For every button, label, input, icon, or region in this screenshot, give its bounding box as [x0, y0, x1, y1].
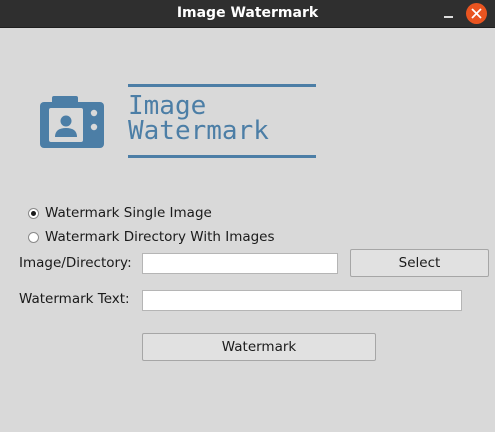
app-logo: Image Watermark — [40, 84, 320, 160]
image-directory-input[interactable] — [142, 253, 338, 274]
watermark-text-label: Watermark Text: — [19, 291, 130, 307]
camera-icon — [40, 96, 104, 148]
watermark-button[interactable]: Watermark — [142, 333, 376, 361]
app-window: Image Watermark Image Watermark Watermar… — [0, 0, 495, 432]
radio-label: Watermark Directory With Images — [45, 229, 275, 245]
watermark-text-input[interactable] — [142, 290, 462, 311]
radio-label: Watermark Single Image — [45, 205, 212, 221]
logo-rule-top — [128, 84, 316, 87]
close-button[interactable] — [466, 3, 487, 24]
radio-watermark-directory[interactable]: Watermark Directory With Images — [28, 228, 275, 246]
minimize-button[interactable] — [440, 5, 458, 23]
radio-watermark-single-image[interactable]: Watermark Single Image — [28, 204, 212, 222]
window-title: Image Watermark — [176, 5, 319, 21]
logo-text-line2: Watermark — [128, 116, 269, 146]
radio-indicator-checked[interactable] — [28, 207, 39, 219]
close-icon — [471, 8, 482, 19]
title-bar[interactable]: Image Watermark — [0, 0, 495, 28]
logo-rule-bottom — [128, 155, 316, 158]
select-button[interactable]: Select — [350, 249, 489, 277]
image-directory-label: Image/Directory: — [19, 255, 132, 271]
radio-indicator[interactable] — [28, 231, 39, 243]
